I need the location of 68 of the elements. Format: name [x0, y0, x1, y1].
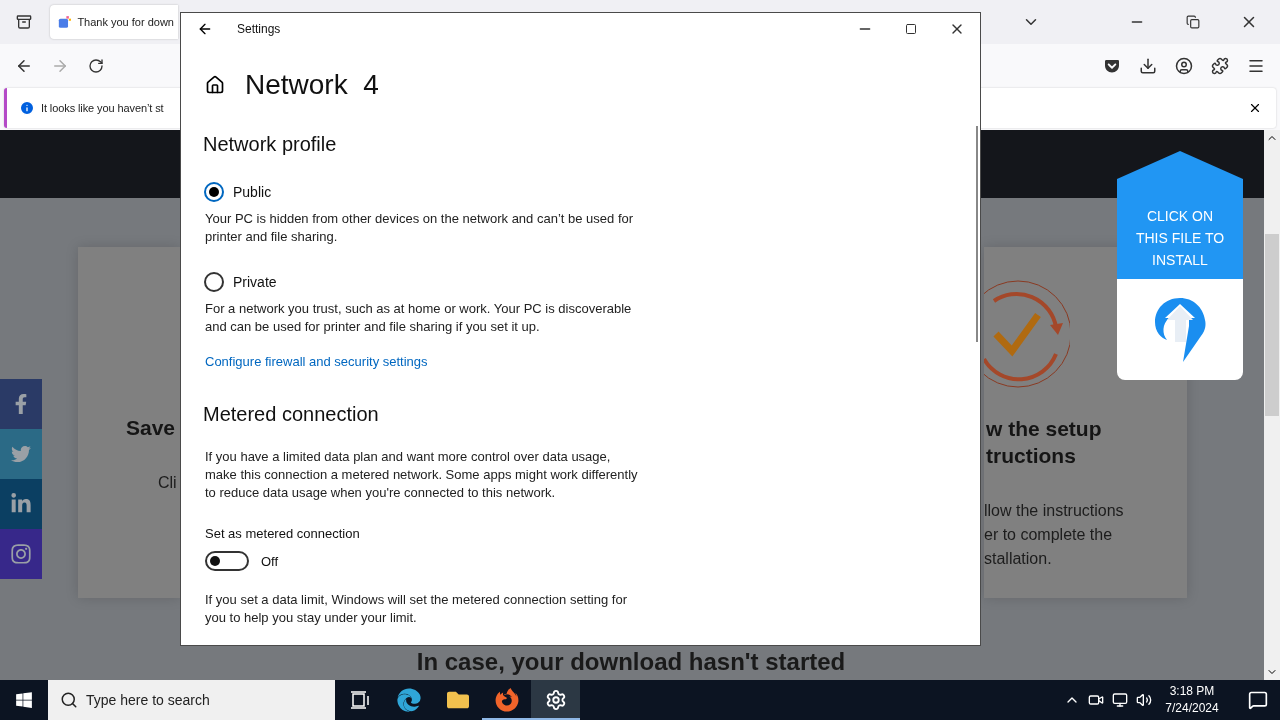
- search-icon: [60, 691, 78, 709]
- window-title: Settings: [237, 22, 281, 36]
- section-heading: Metered connection: [203, 403, 380, 426]
- radio-label[interactable]: Public: [233, 184, 272, 200]
- menu-icon[interactable]: [1247, 57, 1265, 75]
- firefox-icon: [494, 688, 519, 712]
- download-icon[interactable]: [1139, 57, 1157, 75]
- notification-text: It looks like you haven’t st: [41, 102, 164, 114]
- info-icon: [19, 100, 35, 116]
- maximize-icon[interactable]: [905, 23, 917, 35]
- windows-logo-icon[interactable]: [15, 691, 33, 709]
- clock[interactable]: 3:18 PM 7/24/2024: [1156, 683, 1228, 717]
- radio-label[interactable]: Private: [233, 274, 277, 290]
- restore-icon[interactable]: [1186, 15, 1200, 29]
- scrollbar-thumb[interactable]: [976, 126, 978, 342]
- twitter-icon: [11, 444, 31, 464]
- data-limit-note: If you set a data limit, Windows will set the metered connection setting for you to help you stay under your limit.: [205, 591, 628, 627]
- toggle-label: Set as metered connection: [205, 526, 361, 541]
- card-text: stallation.: [984, 549, 1053, 569]
- card-title: w the setup: [986, 416, 1103, 442]
- option-description: Your PC is hidden from other devices on the network and can’t be used for printer and file sharing.: [205, 210, 635, 246]
- network-icon[interactable]: [1112, 692, 1128, 708]
- favicon-icon: [58, 14, 72, 30]
- camera-icon[interactable]: [1088, 692, 1104, 708]
- section-heading: Network profile: [203, 133, 338, 156]
- radio-button[interactable]: [204, 272, 224, 292]
- back-icon[interactable]: [15, 57, 33, 75]
- puzzle-icon[interactable]: [1211, 57, 1229, 75]
- volume-icon[interactable]: [1136, 692, 1152, 708]
- share-button[interactable]: [0, 479, 42, 529]
- share-button[interactable]: [0, 379, 42, 429]
- reload-icon[interactable]: [88, 58, 104, 74]
- firewall-link[interactable]: Configure firewall and security settings: [205, 354, 974, 369]
- card-text: llow the instructions: [984, 501, 1125, 521]
- browser-tab[interactable]: Thank you for down: [50, 5, 178, 39]
- check-cycle-icon: [984, 279, 1070, 389]
- edge-icon: [396, 688, 421, 712]
- pocket-icon[interactable]: [1104, 58, 1120, 74]
- section-description: If you have a limited data plan and want more control over data usage, make this connection a metered network. Some apps might work differently to reduce data usage when you're connected to this network.: [205, 448, 639, 502]
- instagram-icon: [10, 543, 32, 565]
- section-heading: In case, your download hasn't started: [416, 648, 846, 676]
- notifications-icon[interactable]: [1248, 690, 1268, 710]
- metered-toggle[interactable]: [205, 551, 249, 571]
- scrollbar[interactable]: [1264, 130, 1280, 680]
- taskbar-app[interactable]: [531, 680, 580, 720]
- account-icon[interactable]: [1175, 57, 1193, 75]
- card-text: Cli: [158, 473, 178, 493]
- back-icon[interactable]: [197, 21, 213, 37]
- card-text: er to complete the: [984, 525, 1114, 545]
- settings-icon: [544, 689, 567, 711]
- upload-arrow-icon: [1153, 295, 1207, 364]
- card-title: tructions: [986, 443, 1077, 469]
- badge-text: THIS FILE TO: [1135, 229, 1225, 248]
- search-field[interactable]: Type here to search: [48, 680, 335, 720]
- task-view-icon: [349, 691, 370, 709]
- toggle-state: Off: [261, 553, 279, 569]
- home-icon[interactable]: [205, 75, 225, 95]
- page-title: Network 4: [245, 69, 379, 101]
- badge-text: CLICK ON: [1146, 207, 1214, 226]
- radio-button[interactable]: [204, 182, 224, 202]
- badge-text: INSTALL: [1152, 251, 1208, 270]
- share-button[interactable]: [0, 529, 42, 579]
- folder-icon: [446, 689, 469, 711]
- close-icon[interactable]: [1248, 101, 1262, 115]
- card-title: Save: [126, 415, 177, 441]
- option-description: For a network you trust, such as at home or work. Your PC is discoverable and can be used for printer and file sharing if you set it up.: [205, 300, 633, 336]
- linkedin-icon: [10, 493, 32, 515]
- tab-title: Thank you for down: [77, 16, 174, 28]
